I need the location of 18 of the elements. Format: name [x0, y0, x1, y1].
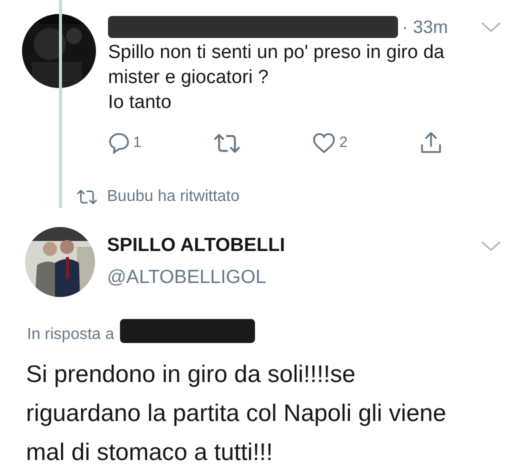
tweet-text-line: Io tanto	[108, 91, 172, 115]
tweet-text-line: mal di stomaco a tutti!!!	[26, 438, 274, 466]
tweet-text-line: Spillo non ti senti un po' preso in giro da	[108, 41, 446, 65]
share-icon[interactable]	[420, 131, 442, 155]
retweet-icon[interactable]	[214, 132, 240, 154]
retweet-icon	[77, 189, 97, 205]
author-name[interactable]: SPILLO ALTOBELLI	[107, 232, 286, 260]
tweet-text-line: riguardano la partita col Napoli gli viene	[26, 399, 448, 429]
tweet-text-line: Si prendono in giro da soli!!!!se	[26, 360, 357, 390]
action-count: 1	[133, 132, 142, 153]
speech-bubble-icon[interactable]	[108, 132, 130, 154]
author-handle[interactable]: @ALTOBELLIGOL	[107, 264, 502, 292]
action-count: 2	[339, 132, 348, 153]
tweet-time: · 33m	[402, 16, 448, 38]
in-reply-to-label: In risposta a	[27, 325, 114, 345]
heart-icon[interactable]	[312, 132, 336, 154]
retweet-notice: Buubu ha ritwittato	[107, 187, 240, 207]
tweet-text-line: mister e giocatori ?	[108, 66, 270, 90]
